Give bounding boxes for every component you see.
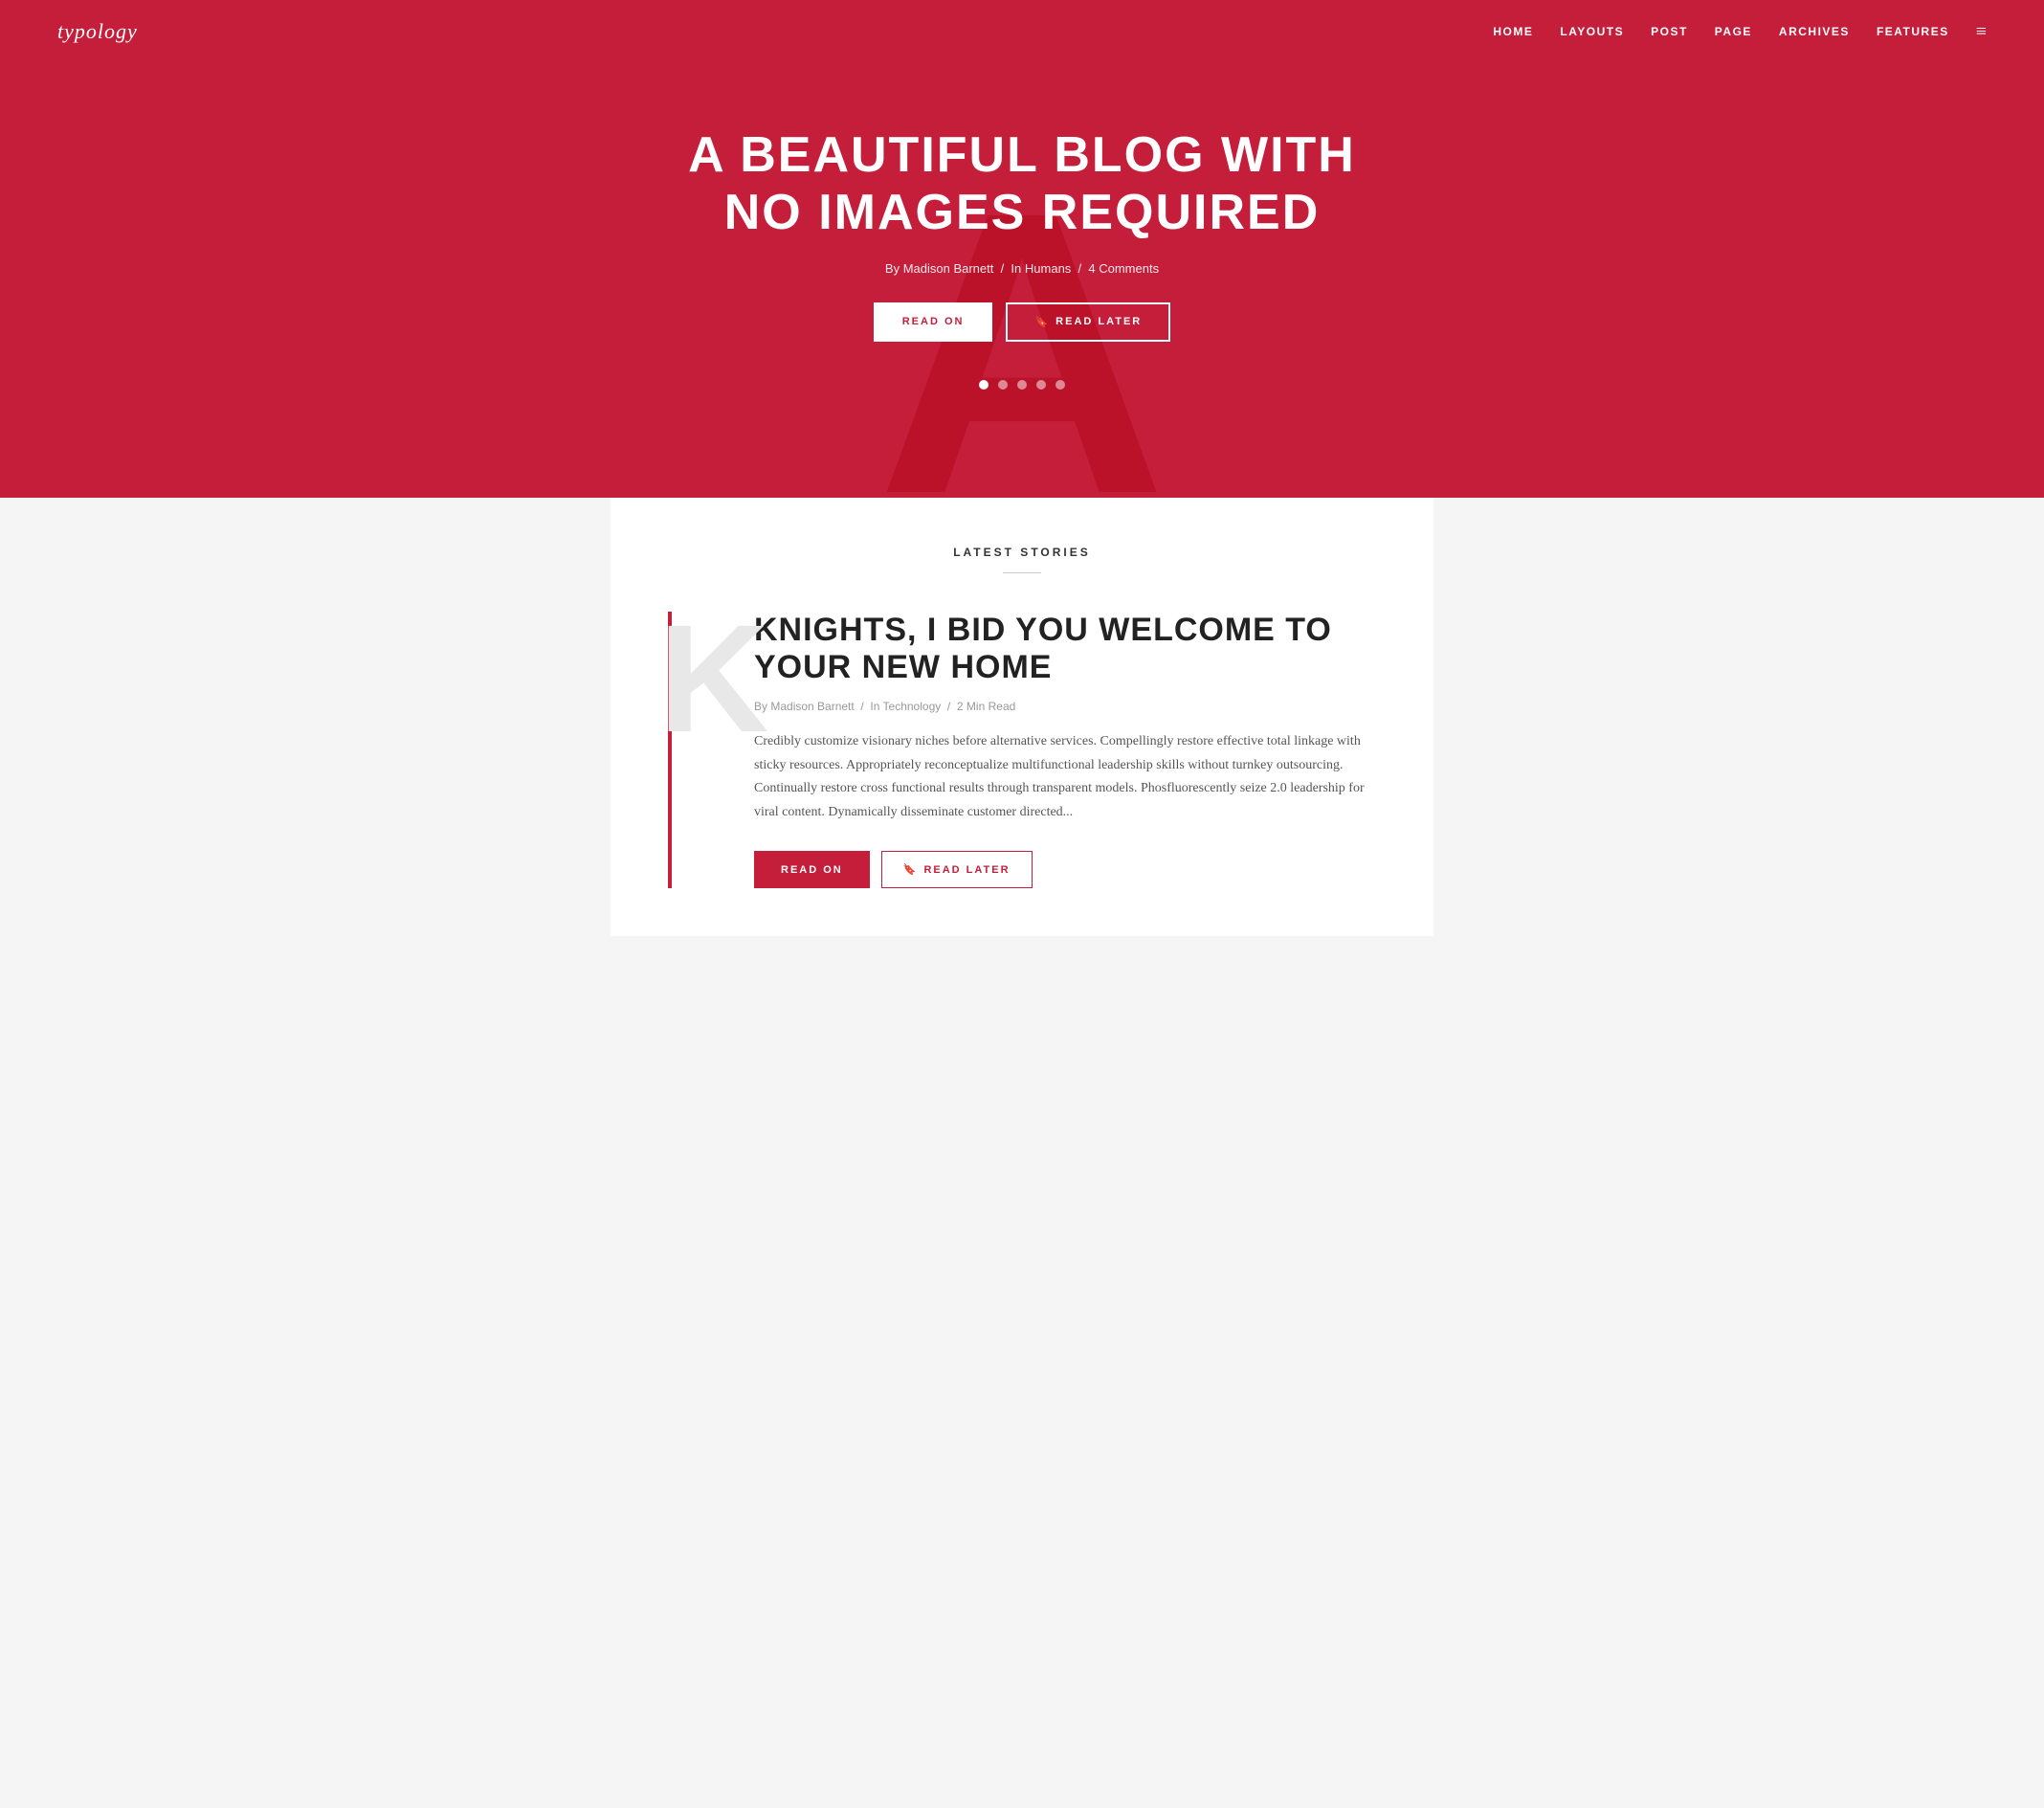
article-item: K KNIGHTS, I BID YOU WELCOME TO YOUR NEW… [668, 612, 1376, 888]
article-read-later-button[interactable]: 🔖 READ LATER [881, 851, 1033, 888]
hero-author[interactable]: Madison Barnett [903, 261, 994, 276]
hero-meta: By Madison Barnett / In Humans / 4 Comme… [885, 261, 1159, 276]
section-divider [1003, 572, 1041, 573]
nav-item-post[interactable]: POST [1651, 23, 1688, 40]
article-category[interactable]: Technology [883, 700, 942, 713]
hero-buttons: READ ON 🔖 READ LATER [874, 302, 1171, 342]
article-meta: By Madison Barnett / In Technology / 2 M… [754, 700, 1376, 713]
white-card: LATEST STORIES K KNIGHTS, I BID YOU WELC… [611, 498, 1433, 936]
section-title: LATEST STORIES [668, 546, 1376, 559]
hero-title: A BEAUTIFUL BLOG WITH NO IMAGES REQUIRED [649, 127, 1395, 242]
dot-4[interactable] [1036, 380, 1046, 390]
latest-stories-section: LATEST STORIES K KNIGHTS, I BID YOU WELC… [0, 498, 2044, 936]
dot-3[interactable] [1017, 380, 1027, 390]
hero-comments: 4 Comments [1088, 261, 1159, 276]
article-read-time: 2 Min Read [957, 700, 1015, 713]
hero-category[interactable]: Humans [1025, 261, 1071, 276]
bookmark-icon-article: 🔖 [903, 863, 919, 876]
nav-item-features[interactable]: FEATURES [1877, 23, 1949, 40]
bookmark-icon: 🔖 [1034, 316, 1050, 328]
nav-links: HOME LAYOUTS POST PAGE ARCHIVES FEATURES… [1493, 21, 1987, 43]
hamburger-menu[interactable]: ≡ [1976, 21, 1987, 43]
nav-item-archives[interactable]: ARCHIVES [1779, 23, 1850, 40]
nav-item-home[interactable]: HOME [1493, 23, 1533, 40]
dot-1[interactable] [979, 380, 989, 390]
hero-section: A A BEAUTIFUL BLOG WITH NO IMAGES REQUIR… [0, 0, 2044, 498]
article-buttons: READ ON 🔖 READ LATER [754, 851, 1376, 888]
article-read-on-button[interactable]: READ ON [754, 851, 870, 888]
article-author[interactable]: Madison Barnett [770, 700, 854, 713]
article-border [668, 612, 672, 888]
hero-dots [979, 380, 1065, 390]
navigation: typology HOME LAYOUTS POST PAGE ARCHIVES… [0, 0, 2044, 63]
dot-2[interactable] [998, 380, 1008, 390]
article-content: KNIGHTS, I BID YOU WELCOME TO YOUR NEW H… [725, 612, 1376, 888]
nav-item-layouts[interactable]: LAYOUTS [1560, 23, 1624, 40]
article-excerpt: Credibly customize visionary niches befo… [754, 730, 1376, 824]
site-logo[interactable]: typology [57, 19, 138, 44]
nav-item-page[interactable]: PAGE [1715, 23, 1752, 40]
hero-read-on-button[interactable]: READ ON [874, 302, 993, 342]
article-letter-col: K [668, 612, 725, 888]
section-header: LATEST STORIES [668, 546, 1376, 573]
hero-read-later-button[interactable]: 🔖 READ LATER [1006, 302, 1170, 342]
article-title[interactable]: KNIGHTS, I BID YOU WELCOME TO YOUR NEW H… [754, 612, 1376, 686]
dot-5[interactable] [1055, 380, 1065, 390]
